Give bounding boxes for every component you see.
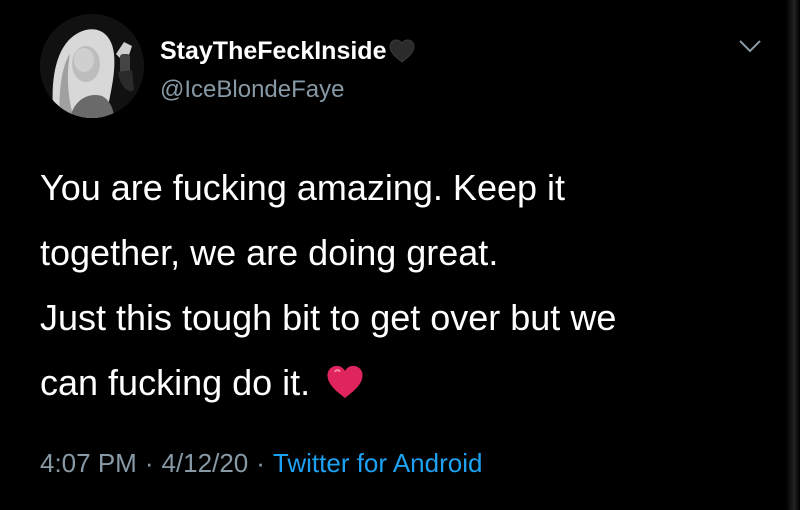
tweet-text: You are fucking amazing. Keep it togethe… <box>40 155 760 415</box>
tweet-time[interactable]: 4:07 PM <box>40 448 137 478</box>
black-heart-icon <box>388 38 416 64</box>
tweet-date[interactable]: 4/12/20 <box>162 448 249 478</box>
avatar[interactable] <box>40 14 144 118</box>
display-name[interactable]: StayTheFeckInside <box>160 37 386 66</box>
chevron-down-icon[interactable] <box>736 36 764 56</box>
meta-separator: · <box>256 448 265 478</box>
tweet-line: Just this tough bit to get over but we <box>40 297 617 338</box>
user-name-row[interactable]: StayTheFeckInside <box>160 36 416 66</box>
tweet-meta: 4:07 PM · 4/12/20 · Twitter for Android <box>40 448 482 479</box>
red-heart-icon <box>324 356 366 399</box>
user-handle[interactable]: @IceBlondeFaye <box>160 76 344 104</box>
tweet-line: together, we are doing great. <box>40 232 499 273</box>
meta-separator: · <box>144 448 154 478</box>
tweet-source-link[interactable]: Twitter for Android <box>273 448 483 478</box>
scrollbar-edge <box>786 0 800 510</box>
tweet-line: can fucking do it. <box>40 362 311 403</box>
tweet-card: StayTheFeckInside @IceBlondeFaye You are… <box>0 0 800 510</box>
avatar-photo <box>40 14 144 118</box>
tweet-line-last: can fucking do it. <box>40 350 760 415</box>
tweet-line: You are fucking amazing. Keep it <box>40 167 566 208</box>
